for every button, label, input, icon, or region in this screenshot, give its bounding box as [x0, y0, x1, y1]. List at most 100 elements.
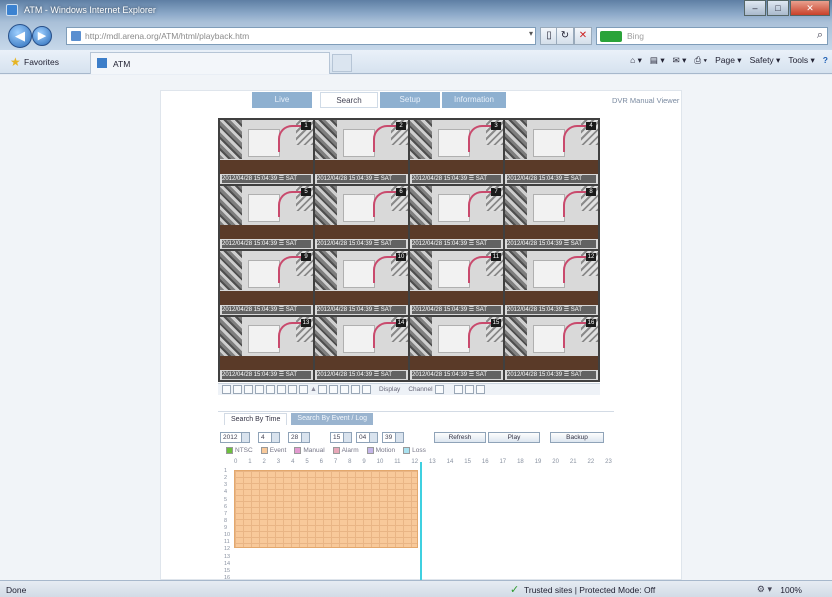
step-back-button[interactable]: [329, 385, 338, 394]
address-row: ◀ ▶ http://mdl.arena.org/ATM/html/playba…: [0, 22, 832, 50]
camera-tile[interactable]: 9 2012/04/28 15:04:39 ☰ SAT: [220, 251, 313, 315]
scene-shelf: [410, 120, 433, 160]
second-select[interactable]: 39: [382, 432, 404, 443]
rewind-button[interactable]: [318, 385, 327, 394]
camera-tile[interactable]: 4 2012/04/28 15:04:39 ☰ SAT: [505, 120, 598, 184]
zoom-in-button[interactable]: [453, 385, 463, 394]
camera-tile[interactable]: 2 2012/04/28 15:04:39 ☰ SAT: [315, 120, 408, 184]
minimize-button[interactable]: –: [744, 0, 766, 16]
address-bar[interactable]: http://mdl.arena.org/ATM/html/playback.h…: [66, 27, 536, 45]
layout-9-button[interactable]: [244, 385, 253, 394]
back-button[interactable]: ◀: [8, 24, 32, 48]
snapshot-button[interactable]: [277, 385, 286, 394]
minute-select[interactable]: 04: [356, 432, 378, 443]
layout-1-button[interactable]: [222, 385, 231, 394]
channel-row-label: 4: [224, 489, 228, 496]
tab-search-by-time[interactable]: Search By Time: [224, 413, 288, 425]
camera-tile[interactable]: 15 2012/04/28 15:04:39 ☰ SAT: [410, 316, 503, 380]
hour-tick: 16: [481, 459, 489, 465]
tab-search-by-event[interactable]: Search By Event / Log: [291, 413, 374, 425]
favorites-button[interactable]: Favorites: [24, 57, 59, 67]
fast-forward-button[interactable]: [362, 385, 371, 394]
scene-shelf: [315, 159, 408, 174]
tab-live[interactable]: Live: [252, 92, 312, 108]
new-tab-button[interactable]: [332, 54, 352, 72]
layout-16-button[interactable]: [255, 385, 264, 394]
settings-button[interactable]: [475, 385, 485, 394]
legend-item: Motion: [366, 447, 395, 454]
camera-grid[interactable]: 1 2012/04/28 15:04:39 ☰ SAT 2 2012/04/28 15…: [218, 118, 600, 382]
year-select[interactable]: 2012: [220, 432, 250, 443]
scene-box: [437, 259, 470, 288]
pause-button[interactable]: [340, 385, 349, 394]
camera-tile[interactable]: 16 2012/04/28 15:04:39 ☰ SAT: [505, 316, 598, 380]
day-select[interactable]: 28: [288, 432, 310, 443]
search-icon[interactable]: ⌕: [817, 29, 823, 42]
chevron-down-icon[interactable]: ▾: [529, 29, 533, 38]
mail-icon[interactable]: ✉ ▾: [673, 55, 687, 66]
manual-link[interactable]: DVR Manual Viewer: [612, 96, 679, 105]
camera-number: 1: [301, 122, 311, 130]
camera-tile[interactable]: 1 2012/04/28 15:04:39 ☰ SAT: [220, 120, 313, 184]
camera-tile[interactable]: 3 2012/04/28 15:04:39 ☰ SAT: [410, 120, 503, 184]
recording-block[interactable]: [234, 470, 418, 548]
camera-tile[interactable]: 10 2012/04/28 15:04:39 ☰ SAT: [315, 251, 408, 315]
close-button[interactable]: ✕: [790, 0, 830, 16]
month-select[interactable]: 4: [258, 432, 280, 443]
camera-tile[interactable]: 6 2012/04/28 15:04:39 ☰ SAT: [315, 185, 408, 249]
tab-search[interactable]: Search: [320, 92, 378, 108]
camera-number: 2: [396, 122, 406, 130]
camera-tile[interactable]: 11 2012/04/28 15:04:39 ☰ SAT: [410, 251, 503, 315]
protected-mode-icon[interactable]: ⚙ ▾: [757, 584, 772, 595]
status-text: Done: [6, 585, 27, 595]
play-button[interactable]: [351, 385, 360, 394]
audio-button[interactable]: [299, 385, 308, 394]
refresh-button[interactable]: ↻: [556, 27, 574, 45]
favorites-star-icon[interactable]: ★: [10, 55, 21, 69]
browser-tab[interactable]: ATM: [90, 52, 330, 74]
camera-tile[interactable]: 14 2012/04/28 15:04:39 ☰ SAT: [315, 316, 408, 380]
page-menu[interactable]: Page ▾: [715, 55, 741, 66]
tab-setup[interactable]: Setup: [380, 92, 440, 108]
print-icon[interactable]: ⎙ ▾: [694, 55, 707, 66]
search-input[interactable]: Bing ⌕: [596, 27, 828, 45]
camera-tile[interactable]: 7 2012/04/28 15:04:39 ☰ SAT: [410, 185, 503, 249]
maximize-button[interactable]: □: [767, 0, 789, 16]
safety-menu[interactable]: Safety ▾: [750, 55, 781, 66]
tab-title: ATM: [113, 59, 131, 69]
layout-4-button[interactable]: [233, 385, 242, 394]
scene-shelf: [220, 356, 313, 370]
hour-select[interactable]: 15: [330, 432, 352, 443]
help-icon[interactable]: ?: [823, 55, 828, 66]
backup-button[interactable]: Backup: [550, 432, 604, 443]
hour-tick: 22: [587, 459, 595, 465]
fullscreen-button[interactable]: [266, 385, 275, 394]
scene-shelf: [505, 316, 528, 356]
forward-button[interactable]: ▶: [32, 26, 52, 46]
refresh-search-button[interactable]: Refresh: [434, 432, 486, 443]
feeds-icon[interactable]: ▤ ▾: [650, 55, 665, 66]
channel-row-label: 8: [224, 517, 228, 524]
zoom-level[interactable]: 100%: [780, 585, 802, 595]
time-cursor[interactable]: [420, 462, 422, 581]
record-button[interactable]: [288, 385, 297, 394]
tab-information[interactable]: Information: [442, 92, 506, 108]
channel-select[interactable]: [434, 385, 444, 394]
home-icon[interactable]: ⌂ ▾: [630, 55, 642, 66]
legend-swatch: [294, 447, 302, 454]
camera-tile[interactable]: 13 2012/04/28 15:04:39 ☰ SAT: [220, 316, 313, 380]
hour-tick: 9: [362, 459, 366, 465]
timeline[interactable]: 1 2 3 4 5 6 7 8 9 10 11 12 13 14 15 16: [224, 462, 612, 581]
security-zone[interactable]: Trusted sites | Protected Mode: Off: [524, 585, 655, 595]
hour-tick: 15: [464, 459, 471, 465]
zoom-out-button[interactable]: [464, 385, 474, 394]
play-search-button[interactable]: Play: [488, 432, 540, 443]
camera-tile[interactable]: 12 2012/04/28 15:04:39 ☰ SAT: [505, 251, 598, 315]
camera-tile[interactable]: 5 2012/04/28 15:04:39 ☰ SAT: [220, 185, 313, 249]
hour-tick: 4: [291, 459, 295, 465]
chevron-down-icon: [241, 433, 249, 442]
camera-tile[interactable]: 8 2012/04/28 15:04:39 ☰ SAT: [505, 185, 598, 249]
title-bar: ATM - Windows Internet Explorer – □ ✕: [0, 0, 832, 22]
tools-menu[interactable]: Tools ▾: [788, 55, 814, 66]
stop-button[interactable]: ✕: [574, 27, 592, 45]
